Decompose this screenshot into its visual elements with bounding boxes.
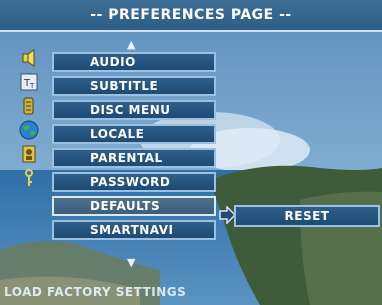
reset-button[interactable]: RESET xyxy=(234,205,380,227)
svg-text:T: T xyxy=(29,82,35,90)
menu-icon-column: T T xyxy=(18,47,42,217)
menu-item-subtitle[interactable]: SUBTITLE xyxy=(52,76,216,96)
menu-item-password[interactable]: PASSWORD xyxy=(52,172,216,192)
menu-item-defaults[interactable]: DEFAULTS xyxy=(52,196,216,216)
menu-item-label: PASSWORD xyxy=(90,175,171,189)
menu-item-audio[interactable]: AUDIO xyxy=(52,52,216,72)
key-icon xyxy=(18,167,40,189)
speaker-icon xyxy=(18,47,40,69)
parental-icon xyxy=(18,143,40,165)
menu-item-label: AUDIO xyxy=(90,55,136,69)
menu-item-disc-menu[interactable]: DISC MENU xyxy=(52,100,216,120)
scroll-down-icon[interactable]: ▼ xyxy=(127,257,135,268)
page-title: -- PREFERENCES PAGE -- xyxy=(90,7,292,23)
globe-icon xyxy=(18,119,40,141)
menu-item-label: DEFAULTS xyxy=(90,199,161,213)
menu-item-smartnavi[interactable]: SMARTNAVI xyxy=(52,220,216,240)
status-text: LOAD FACTORY SETTINGS xyxy=(4,285,187,299)
menu-item-parental[interactable]: PARENTAL xyxy=(52,148,216,168)
subtitle-icon: T T xyxy=(18,71,40,93)
menu-item-locale[interactable]: LOCALE xyxy=(52,124,216,144)
menu-item-label: DISC MENU xyxy=(90,103,171,117)
menu-item-label: LOCALE xyxy=(90,127,145,141)
scroll-up-icon[interactable]: ▲ xyxy=(127,39,135,50)
menu-item-label: PARENTAL xyxy=(90,151,163,165)
menu-item-label: SMARTNAVI xyxy=(90,223,174,237)
menu-item-label: SUBTITLE xyxy=(90,79,159,93)
disc-menu-icon xyxy=(18,95,40,117)
preferences-menu: AUDIO SUBTITLE DISC MENU LOCALE PARENTAL… xyxy=(52,52,216,244)
